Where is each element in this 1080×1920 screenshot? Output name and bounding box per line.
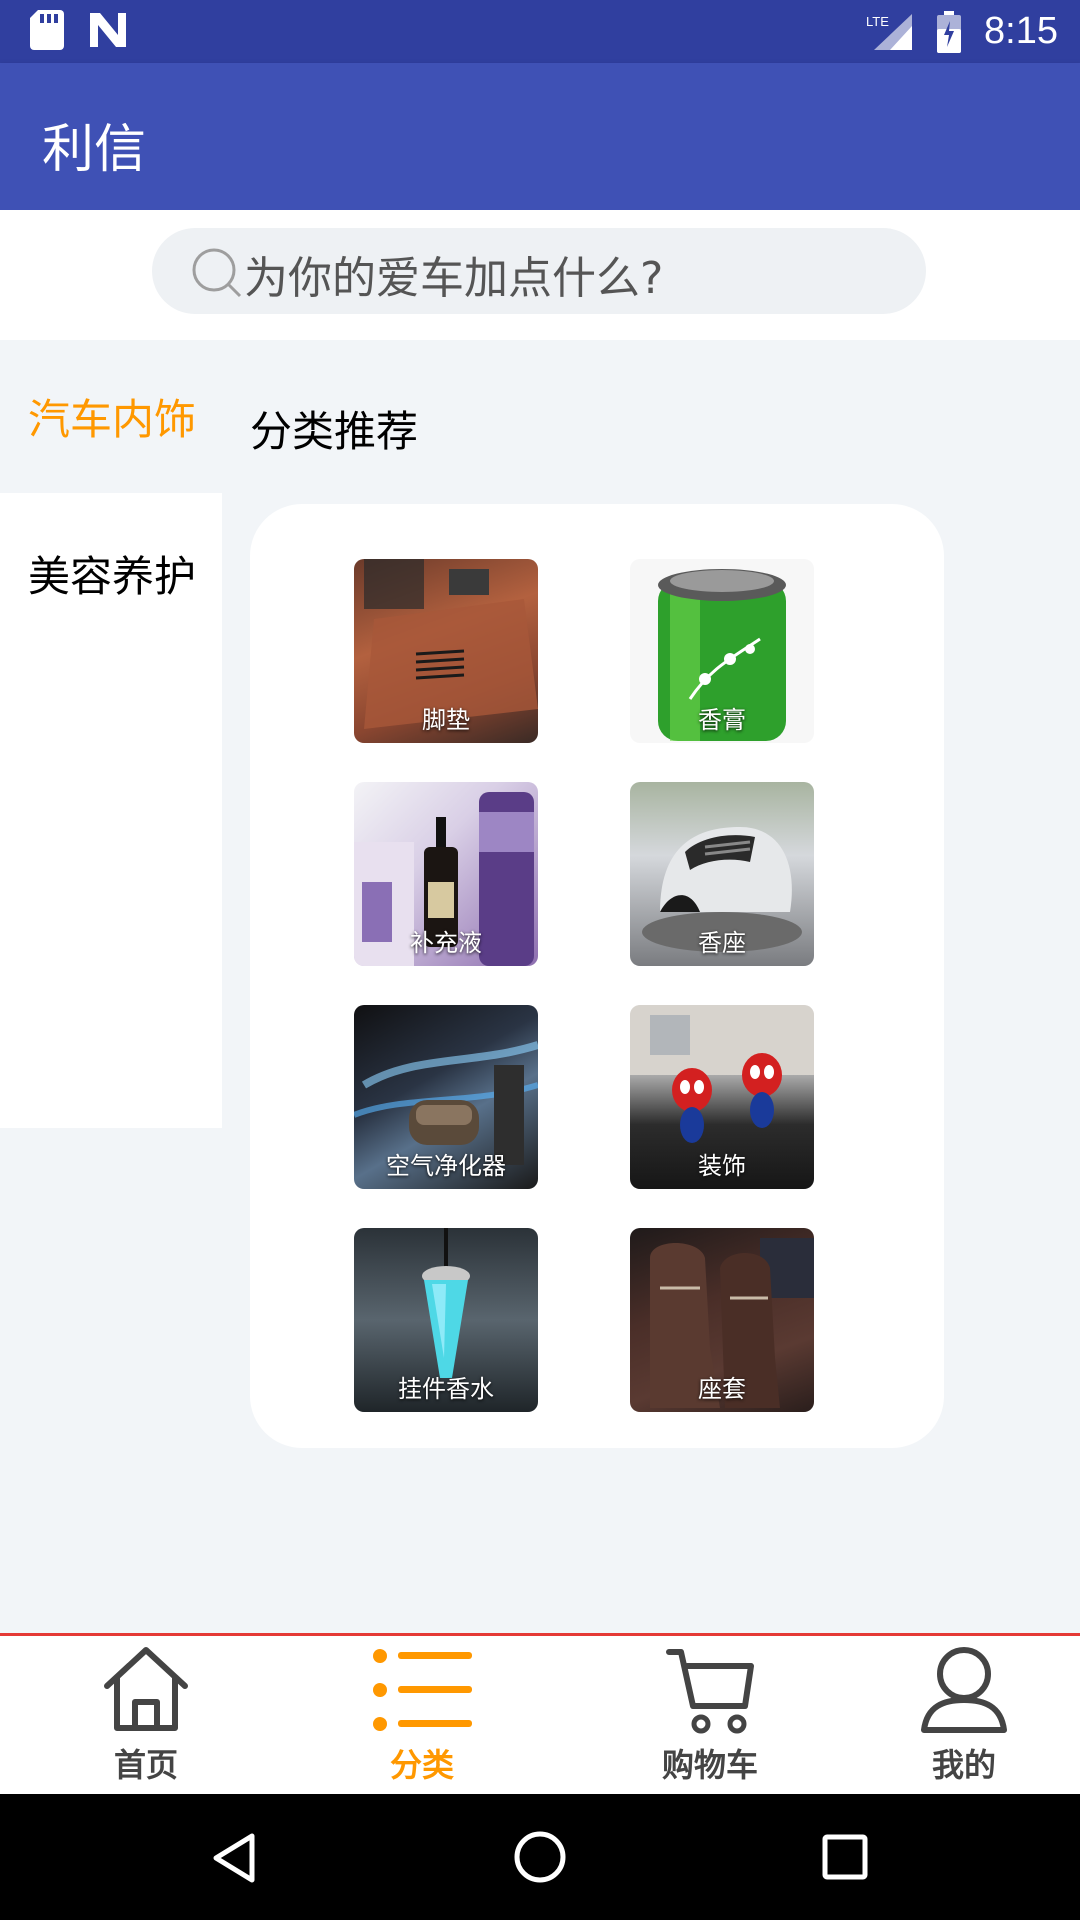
search-area: 为你的爱车加点什么? [0,210,1080,340]
bottom-nav: 首页 分类 购物车 我的 [0,1633,1080,1794]
product-label: 香座 [698,929,746,957]
user-icon [921,1647,1007,1733]
network-type-label: LTE [866,14,889,29]
nav-item-category[interactable]: 分类 [322,1644,522,1794]
signal-icon: LTE [866,13,913,50]
search-icon [192,248,242,298]
status-bar: LTE 8:15 [0,0,1080,63]
battery-icon [937,10,962,53]
search-placeholder: 为你的爱车加点什么? [244,253,664,304]
status-time: 8:15 [984,10,1058,52]
section-title: 分类推荐 [250,407,419,456]
search-input[interactable]: 为你的爱车加点什么? [152,228,926,314]
category-item-interior[interactable]: 汽车内饰 [0,340,222,493]
list-icon [373,1649,472,1731]
product-label: 香膏 [698,706,746,734]
nav-item-profile[interactable]: 我的 [864,1644,1064,1794]
nav-label: 首页 [113,1746,178,1784]
product-tile-decoration[interactable]: 装饰 [630,1005,814,1189]
product-label: 脚垫 [422,706,470,734]
product-tile-floor-mat[interactable]: 脚垫 [354,559,538,743]
product-tile-fragrance-seat[interactable]: 香座 [630,782,814,966]
product-label: 座套 [698,1375,746,1403]
screen: LTE 8:15 利信 为你的爱车加点什么? 汽车内饰 美容养护 分类推荐 脚垫… [0,0,1080,1920]
app-bar: 利信 [0,63,1080,210]
recents-icon[interactable] [822,1834,868,1880]
product-label: 装饰 [698,1152,746,1180]
product-tile-air-purifier[interactable]: 空气净化器 [354,1005,538,1189]
nav-item-cart[interactable]: 购物车 [610,1644,810,1794]
cart-icon [666,1649,754,1734]
category-item-care[interactable]: 美容养护 [0,493,222,1128]
category-sidebar: 汽车内饰 美容养护 [0,340,222,1128]
nav-label: 我的 [931,1746,996,1784]
sd-card-icon [30,10,64,50]
product-label: 空气净化器 [386,1152,506,1180]
nav-label: 分类 [389,1746,454,1784]
product-tile-seat-cover[interactable]: 座套 [630,1228,814,1412]
back-icon[interactable] [210,1832,256,1884]
product-tile-hanging-perfume[interactable]: 挂件香水 [354,1228,538,1412]
system-nav-bar [0,1794,1080,1920]
n-logo-icon [90,13,126,47]
nav-item-home[interactable]: 首页 [46,1644,246,1794]
product-card: 脚垫 香膏 补充液 香座 空气净化器 装饰 挂件香水 座套 [250,504,944,1448]
product-label: 补充液 [410,929,482,957]
app-title: 利信 [42,120,147,180]
home-circle-icon[interactable] [513,1830,567,1884]
nav-label: 购物车 [661,1746,758,1784]
product-tile-refill[interactable]: 补充液 [354,782,538,966]
product-tile-fragrance-balm[interactable]: 香膏 [630,559,814,743]
product-label: 挂件香水 [398,1375,494,1403]
home-icon [104,1647,188,1731]
